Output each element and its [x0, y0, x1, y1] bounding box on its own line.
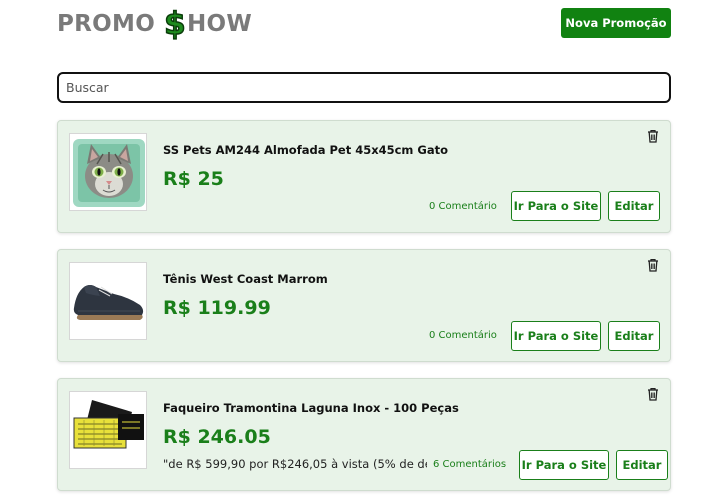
comments-link[interactable]: 6 Comentários: [433, 459, 506, 470]
go-to-site-button[interactable]: Ir Para o Site: [511, 321, 601, 351]
edit-button[interactable]: Editar: [608, 321, 660, 351]
product-image-cutlery-set: [69, 391, 147, 469]
new-promotion-button[interactable]: Nova Promoção: [561, 8, 671, 38]
go-to-site-button[interactable]: Ir Para o Site: [519, 450, 609, 480]
comments-link[interactable]: 0 Comentário: [429, 330, 497, 341]
trash-icon[interactable]: [646, 129, 660, 143]
product-title: Faqueiro Tramontina Laguna Inox - 100 Pe…: [163, 401, 459, 415]
promotion-card: Tênis West Coast Marrom R$ 119.99 0 Come…: [57, 249, 671, 362]
comments-link[interactable]: 0 Comentário: [429, 201, 497, 212]
logo-text-promo: PROMO: [57, 11, 156, 37]
edit-button[interactable]: Editar: [608, 191, 660, 221]
search-input[interactable]: [57, 72, 671, 103]
edit-button[interactable]: Editar: [616, 450, 668, 480]
trash-icon[interactable]: [646, 387, 660, 401]
logo: PROMO $ HOW: [57, 5, 253, 43]
product-image-cat-pillow: [69, 133, 147, 211]
promotion-card: Faqueiro Tramontina Laguna Inox - 100 Pe…: [57, 378, 671, 491]
product-description: "de R$ 599,90 por R$246,05 à vista (5% d…: [163, 457, 427, 471]
promotion-card: SS Pets AM244 Almofada Pet 45x45cm Gato …: [57, 120, 671, 233]
product-image-shoe: [69, 262, 147, 340]
product-price: R$ 119.99: [163, 297, 271, 319]
product-title: SS Pets AM244 Almofada Pet 45x45cm Gato: [163, 143, 449, 157]
product-price: R$ 246.05: [163, 426, 271, 448]
trash-icon[interactable]: [646, 258, 660, 272]
logo-text-how: HOW: [186, 11, 253, 37]
product-title: Tênis West Coast Marrom: [163, 272, 328, 286]
product-price: R$ 25: [163, 168, 224, 190]
go-to-site-button[interactable]: Ir Para o Site: [511, 191, 601, 221]
logo-dollar-icon: $: [163, 5, 186, 43]
